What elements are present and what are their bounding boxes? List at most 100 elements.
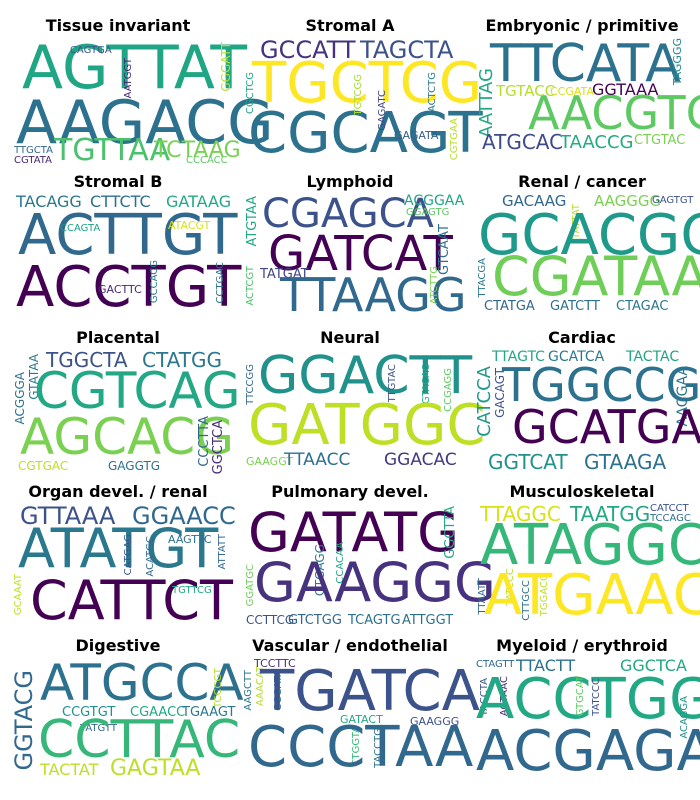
- cloud-word: TTAACC: [284, 450, 351, 470]
- wordcloud-panel-embryonic-primitive: Embryonic / primitive TTCATA AACGTG AATT…: [472, 16, 700, 166]
- cloud-word: GTAAGA: [584, 450, 667, 474]
- wordcloud-panel-placental: Placental TGGCTA CTATGG ACGGGA GTATAA CG…: [8, 328, 240, 478]
- cloud-word: TGTTAA: [54, 133, 171, 168]
- cloud-word: TGTCGG: [353, 74, 364, 116]
- cloud-word: ACGAGA: [476, 719, 700, 784]
- panel-title: Digestive: [75, 636, 161, 655]
- wordcloud-panel-neural: Neural GGACTT TTCCGG TTGTAC GTACAC CCGAG…: [240, 328, 485, 478]
- cloud-word: GAGGTG: [108, 459, 161, 473]
- cloud-word: TGATCA: [260, 659, 480, 724]
- word-cloud: TACAGG CTTCTC GATAAG ACTTGT CCAGTA ATACG…: [12, 194, 241, 318]
- word-cloud: TTAGGC TAATGG CATCCT TCCAGC ATAGGC TTAAT…: [476, 504, 700, 628]
- cloud-word: TACTAT: [40, 760, 99, 779]
- cloud-word: CTAGAC: [616, 299, 669, 314]
- cloud-word: CGATAA: [492, 245, 700, 308]
- cloud-word: ATGAAC: [484, 563, 700, 628]
- cloud-word: TCAGTG: [348, 613, 401, 628]
- cloud-word: GCAAAT: [13, 574, 24, 616]
- cloud-word: ATATGT: [18, 517, 219, 580]
- panel-title: Embryonic / primitive: [485, 16, 679, 35]
- cloud-word: GGCTCA: [211, 420, 226, 475]
- word-cloud: AGTTAT AAGACG TGTTAA TCTAAG CAGTGA AATGG…: [12, 38, 274, 166]
- cloud-word: GGAGTG: [406, 207, 450, 218]
- cloud-word: CCTTCG: [246, 613, 295, 627]
- cloud-word: GAGTAA: [110, 756, 201, 781]
- panel-title: Musculoskeletal: [509, 482, 655, 501]
- cloud-word: AATTAG: [476, 68, 497, 138]
- cloud-word: GTGCAT: [575, 676, 586, 717]
- cloud-word: CGCAGT: [248, 101, 483, 166]
- cloud-word: GCCACG: [149, 260, 160, 304]
- cloud-word: TTACGA: [477, 258, 488, 298]
- cloud-word: ATCTTG: [429, 266, 440, 305]
- word-cloud: CGAGCA ACGGAA GGAGTG ATGTAA GATCAT ACTCG…: [244, 194, 467, 318]
- word-cloud: TGGCTA CTATGG ACGGGA GTATAA CGTCAG AGCAC…: [12, 350, 240, 475]
- cloud-word: CCGATA: [550, 85, 594, 98]
- cloud-word: CCTGAC: [215, 262, 226, 304]
- cloud-word: CTGTAC: [634, 133, 686, 148]
- wordcloud-panel-pulmonary-devel: Pulmonary devel. GATATG GGCTTA GTGAGG CC…: [240, 482, 496, 632]
- word-cloud: TCCTTC AAGCTT AAACAT CGGATA TGATCA GATAC…: [243, 658, 480, 782]
- word-cloud: GATATG GGCTTA GTGAGG CCACAA GGATGC GAAGG…: [244, 504, 496, 628]
- panel-title: Renal / cancer: [518, 172, 646, 191]
- wordcloud-panel-tissue-invariant: Tissue invariant AGTTAT AAGACG TGTTAA TC…: [8, 16, 274, 166]
- cloud-word: TATCCC: [591, 678, 602, 716]
- cloud-word: CGCTCG: [245, 72, 256, 114]
- cloud-word: AAGTTC: [168, 533, 212, 546]
- cloud-word: GAAGGG: [254, 551, 496, 614]
- wordcloud-panel-stromal-a: Stromal A GCCATT TAGCTA TGCTCG CGCAGT CG…: [240, 16, 483, 166]
- panel-title: Myeloid / erythroid: [496, 636, 668, 655]
- cloud-word: CGTATA: [14, 155, 52, 166]
- wordcloud-panel-myeloid-erythroid: Myeloid / erythroid CTAGTT TTACTT GGCTCA…: [472, 636, 700, 786]
- word-cloud: GGTACG ATGCCA TCCCGT CCGTGT CGAACC TGAAG…: [10, 658, 244, 782]
- cloud-word: TCCCGT: [213, 668, 224, 708]
- cloud-word: ATTATT: [217, 534, 228, 570]
- cloud-word: CAGTGA: [70, 45, 112, 56]
- wordcloud-panel-cardiac: Cardiac TTAGTC GCATCA TACTAC CATCCA GACA…: [472, 328, 700, 478]
- cloud-word: TGTTCG: [172, 585, 212, 596]
- cloud-word: CCAGTA: [60, 223, 101, 234]
- wordcloud-panel-stromal-b: Stromal B TACAGG CTTCTC GATAAG ACTTGT CC…: [8, 172, 241, 322]
- cloud-word: ATTGGT: [402, 613, 454, 628]
- panel-title: Cardiac: [548, 328, 616, 347]
- cloud-word: TAACCG: [560, 132, 634, 153]
- cloud-word: TAGGGG: [671, 38, 684, 86]
- cloud-word: GGACAC: [384, 450, 457, 470]
- cloud-word: GACTTC: [98, 283, 142, 296]
- wordcloud-panel-renal-cancer: Renal / cancer GACAAG AAGGGG GAGTGT TATT…: [472, 172, 700, 322]
- cloud-word: GATGGC: [248, 393, 486, 458]
- cloud-word: CCCACC: [186, 155, 228, 166]
- word-cloud: CTAGTT TTACTT GGCTCA TACCTA AGTAAC ACCTG…: [476, 658, 700, 782]
- panel-title: Neural: [320, 328, 380, 347]
- word-cloud: GTTAAA GGAACC ATATGT CATGAG ACATGC AAGTT…: [12, 504, 236, 628]
- cloud-word: ATGTAA: [245, 196, 260, 247]
- cloud-word: GATCTT: [550, 299, 600, 314]
- cloud-word: GGTCAT: [488, 450, 568, 474]
- cloud-word: AAGCTT: [243, 670, 254, 711]
- cloud-word: GGTACG: [10, 670, 38, 771]
- wordcloud-panel-musculoskeletal: Musculoskeletal TTAGGC TAATGG CATCCT TCC…: [472, 482, 700, 632]
- cloud-word: GAGATA: [394, 129, 439, 142]
- wordcloud-panel-digestive: Digestive GGTACG ATGCCA TCCCGT CCGTGT CG…: [8, 636, 244, 786]
- cloud-word: GAGATC: [377, 90, 388, 131]
- wordcloud-panel-lymphoid: Lymphoid CGAGCA ACGGAA GGAGTG ATGTAA GAT…: [240, 172, 467, 322]
- cloud-word: ATACGT: [168, 219, 211, 232]
- cloud-word: GGGATT: [219, 42, 233, 92]
- word-cloud: TTCATA AACGTG AATTAG TGTACC CCGATA GGTAA…: [476, 38, 700, 162]
- cloud-word: ACTCGT: [245, 266, 256, 306]
- word-cloud: TTAGTC GCATCA TACTAC CATCCA GACAGT TGGCC…: [474, 350, 700, 474]
- panel-title: Lymphoid: [306, 172, 394, 191]
- panel-title: Stromal B: [73, 172, 163, 191]
- cloud-word: ACTCTG: [427, 72, 438, 113]
- cloud-word: GTCTGG: [288, 613, 342, 628]
- panel-title: Pulmonary devel.: [271, 482, 429, 501]
- cloud-word: CGTGAA: [449, 118, 460, 161]
- cloud-word: CGTGAC: [18, 459, 69, 473]
- panel-title: Organ devel. / renal: [28, 482, 208, 501]
- cloud-word: AATGGT: [123, 58, 134, 99]
- wordcloud-panel-vascular-endothelial: Vascular / endothelial TCCTTC AAGCTT AAA…: [240, 636, 480, 786]
- cloud-word: CATTCT: [30, 569, 234, 632]
- cloud-word: CATCCA: [474, 366, 495, 437]
- panel-title: Vascular / endothelial: [252, 636, 448, 655]
- cloud-word: CTATGA: [484, 299, 535, 314]
